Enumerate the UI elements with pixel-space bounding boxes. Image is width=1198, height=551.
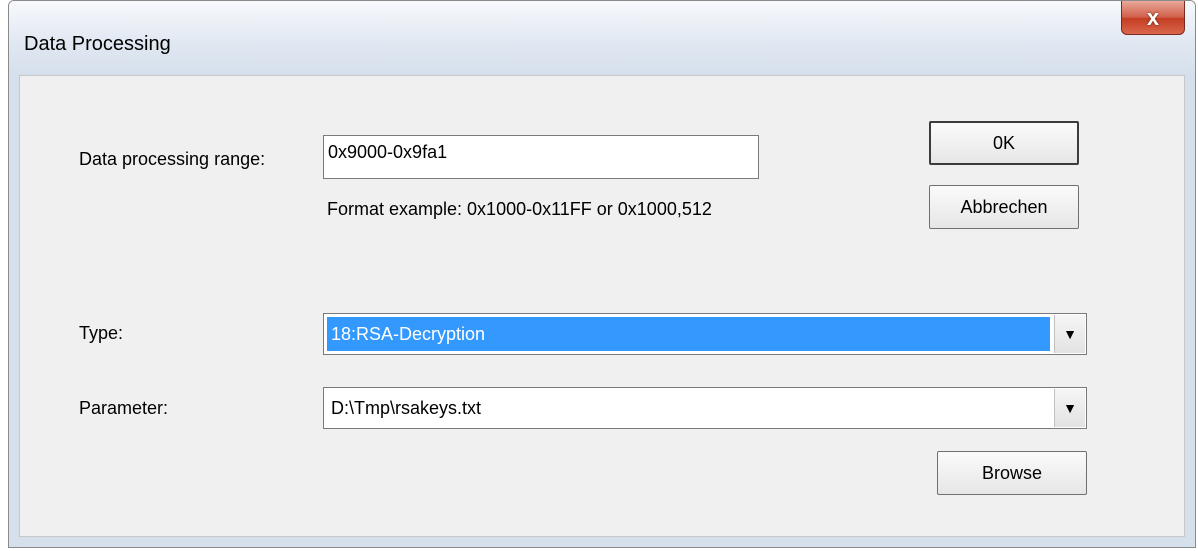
close-icon: x: [1146, 4, 1160, 30]
chevron-down-icon[interactable]: ▼: [1054, 389, 1085, 427]
range-input-value: 0x9000-0x9fa1: [328, 142, 448, 162]
title-bar[interactable]: Data Processing x: [9, 1, 1195, 75]
range-label: Data processing range:: [79, 149, 266, 169]
type-dropdown[interactable]: 18:RSA-Decryption ▼: [323, 313, 1087, 355]
close-button[interactable]: x: [1121, 1, 1185, 35]
dialog-window: Data Processing x Data processing range:…: [8, 0, 1196, 548]
parameter-value: D:\Tmp\rsakeys.txt: [331, 397, 482, 418]
cancel-button[interactable]: Abbrechen: [929, 185, 1079, 229]
range-input[interactable]: 0x9000-0x9fa1: [323, 135, 759, 179]
type-label: Type:: [79, 323, 124, 343]
range-format-hint: Format example: 0x1000-0x11FF or 0x1000,…: [327, 199, 712, 219]
ok-button[interactable]: 0K: [929, 121, 1079, 165]
window-title: Data Processing: [24, 33, 171, 55]
window-frame-bottom: [9, 537, 1195, 547]
browse-button[interactable]: Browse: [937, 451, 1087, 495]
parameter-combobox[interactable]: D:\Tmp\rsakeys.txt ▼: [323, 387, 1087, 429]
type-dropdown-value: 18:RSA-Decryption: [327, 317, 1050, 351]
window-frame-left: [9, 75, 19, 547]
chevron-down-icon[interactable]: ▼: [1054, 315, 1085, 353]
parameter-label: Parameter:: [79, 398, 169, 418]
window-frame-right: [1185, 75, 1195, 547]
